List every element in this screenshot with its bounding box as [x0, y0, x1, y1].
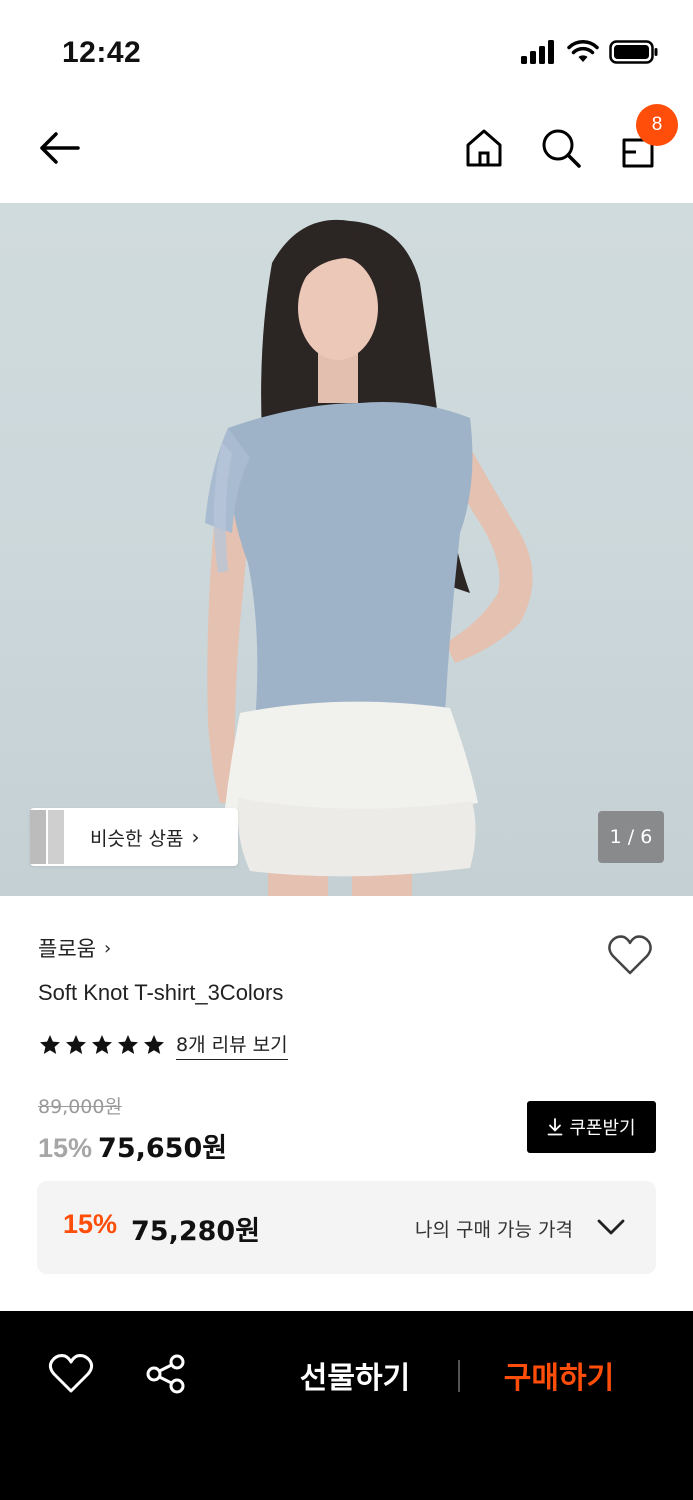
chevron-right-icon: ›	[191, 825, 200, 849]
search-button[interactable]	[539, 126, 583, 170]
my-price-dropdown[interactable]: 15% 75,280원 나의 구매 가능 가격	[37, 1181, 656, 1274]
divider	[458, 1360, 460, 1392]
similar-products-thumbnails	[30, 808, 68, 866]
product-photo-illustration	[205, 219, 533, 896]
star-icon	[92, 1035, 112, 1054]
home-button[interactable]	[462, 126, 506, 170]
product-image[interactable]: 비슷한 상품 › 1 / 6	[0, 203, 693, 896]
back-button[interactable]	[34, 126, 84, 170]
brand-name: 플로움	[38, 937, 96, 961]
share-button[interactable]	[144, 1353, 188, 1395]
status-bar: 12:42	[0, 0, 693, 100]
star-icon	[40, 1035, 60, 1054]
wishlist-button[interactable]	[607, 933, 653, 977]
my-price-label: 나의 구매 가능 가격	[415, 1219, 573, 1241]
chevron-down-icon	[597, 1219, 625, 1235]
coupon-label: 쿠폰받기	[569, 1118, 636, 1139]
similar-products-label: 비슷한 상품	[90, 827, 184, 850]
nav-bar	[0, 100, 693, 203]
rating-stars	[38, 1033, 166, 1057]
my-discount-percent: 15%	[63, 1209, 118, 1239]
wifi-icon	[567, 40, 599, 62]
share-icon	[146, 1354, 185, 1394]
sale-price-row: 15% 75,650원	[38, 1126, 227, 1165]
status-icons	[521, 40, 659, 64]
rating-row: 8개 리뷰 보기	[38, 1030, 288, 1060]
bottom-action-bar: 선물하기 구매하기	[0, 1311, 693, 1500]
discount-percent: 15%	[38, 1133, 93, 1163]
buy-button[interactable]: 구매하기	[494, 1353, 624, 1397]
original-price: 89,000원	[38, 1096, 122, 1118]
back-arrow-icon	[40, 132, 80, 164]
my-price: 75,280원	[131, 1216, 261, 1247]
gift-button[interactable]: 선물하기	[290, 1353, 420, 1397]
cart-count-badge: 8	[636, 104, 678, 146]
heart-icon	[48, 1354, 94, 1393]
image-pager: 1 / 6	[598, 811, 664, 863]
heart-icon	[608, 935, 652, 975]
coupon-download-button[interactable]: 쿠폰받기	[527, 1101, 656, 1153]
star-icon	[144, 1035, 164, 1054]
similar-thumb	[30, 810, 48, 864]
similar-products-button[interactable]: 비슷한 상품 ›	[30, 808, 238, 866]
star-icon	[118, 1035, 138, 1054]
search-icon	[542, 129, 581, 168]
download-icon	[547, 1118, 563, 1136]
home-icon	[466, 129, 502, 167]
cellular-signal-icon	[521, 40, 554, 64]
star-icon	[66, 1035, 86, 1054]
brand-link[interactable]: 플로움 ›	[38, 933, 111, 963]
product-title: Soft Knot T-shirt_3Colors	[38, 980, 284, 1005]
chevron-right-icon: ›	[103, 937, 112, 959]
bottom-wishlist-button[interactable]	[48, 1353, 94, 1395]
similar-thumb	[48, 810, 66, 864]
battery-icon	[609, 40, 658, 64]
reviews-link[interactable]: 8개 리뷰 보기	[176, 1030, 288, 1060]
status-time: 12:42	[62, 36, 142, 69]
sale-price: 75,650원	[98, 1133, 228, 1164]
